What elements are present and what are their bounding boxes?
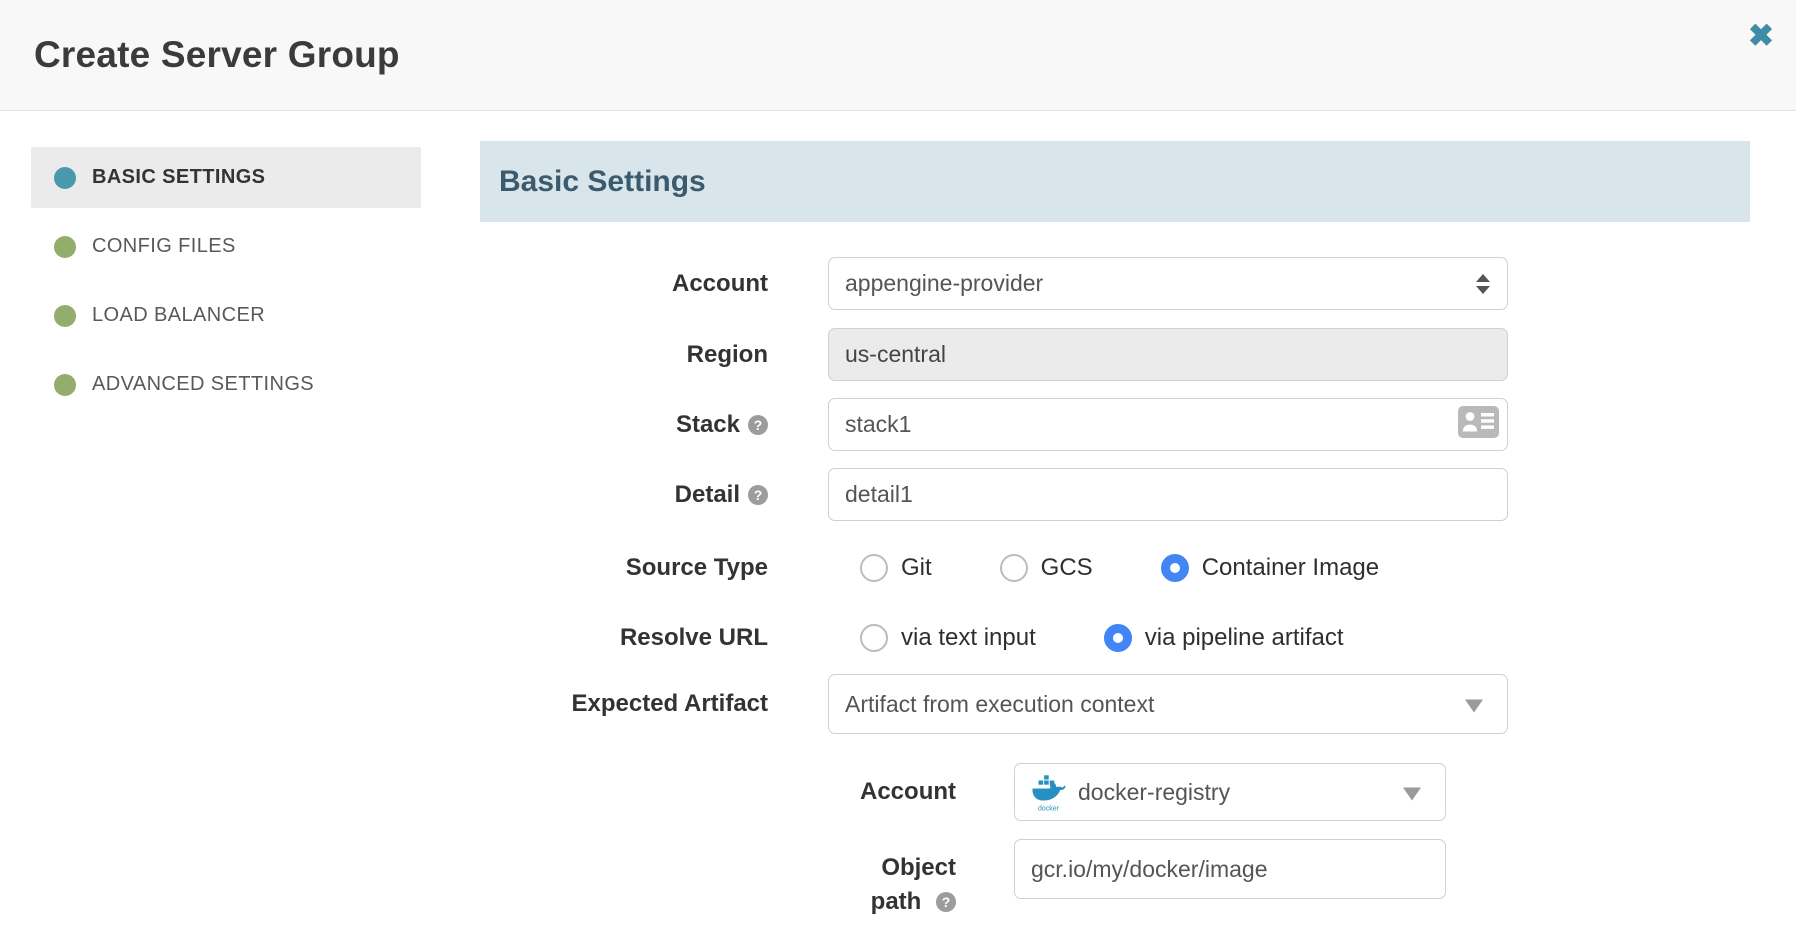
- radio-selected-icon[interactable]: [1161, 554, 1189, 582]
- radio-unselected-icon[interactable]: [1000, 554, 1028, 582]
- help-icon[interactable]: ?: [748, 415, 768, 435]
- section-header: Basic Settings: [480, 141, 1750, 222]
- source-type-option-container-image[interactable]: Container Image: [1161, 554, 1379, 582]
- stack-field-wrap: [828, 398, 1508, 451]
- step-complete-dot-icon: [54, 305, 76, 327]
- close-icon: ✖: [1748, 18, 1774, 53]
- detail-label: Detail?: [480, 478, 768, 512]
- wizard-item-label: BASIC SETTINGS: [92, 166, 265, 189]
- account-label: Account: [480, 267, 768, 301]
- step-active-dot-icon: [54, 167, 76, 189]
- select-arrows-icon: [1476, 274, 1490, 294]
- expected-artifact-value: Artifact from execution context: [845, 691, 1154, 718]
- source-type-option-gcs[interactable]: GCS: [1000, 554, 1093, 582]
- source-type-option-git[interactable]: Git: [860, 554, 932, 582]
- resolve-url-label: Resolve URL: [480, 621, 768, 655]
- chevron-down-icon: [1403, 787, 1421, 800]
- object-path-row: Object path ?: [480, 839, 1750, 919]
- help-icon[interactable]: ?: [748, 485, 768, 505]
- wizard-item-load-balancer[interactable]: LOAD BALANCER: [31, 285, 421, 346]
- radio-selected-icon[interactable]: [1104, 624, 1132, 652]
- expected-artifact-dropdown[interactable]: Artifact from execution context: [828, 674, 1508, 734]
- region-input: [828, 328, 1508, 381]
- docker-logo-icon: docker: [1031, 772, 1066, 812]
- modal-body: BASIC SETTINGS CONFIG FILES LOAD BALANCE…: [0, 111, 1796, 919]
- wizard-item-config-files[interactable]: CONFIG FILES: [31, 216, 421, 277]
- step-complete-dot-icon: [54, 236, 76, 258]
- object-path-label: Object path ?: [480, 839, 956, 919]
- stack-input[interactable]: [829, 399, 1507, 450]
- account-select-value: appengine-provider: [845, 270, 1043, 297]
- section-title: Basic Settings: [499, 165, 706, 199]
- wizard-nav: BASIC SETTINGS CONFIG FILES LOAD BALANCE…: [31, 147, 421, 919]
- radio-unselected-icon[interactable]: [860, 624, 888, 652]
- resolve-url-radio-group: via text input via pipeline artifact: [860, 624, 1344, 652]
- expected-artifact-label: Expected Artifact: [480, 687, 768, 721]
- chevron-down-icon: [1465, 699, 1483, 712]
- stack-label: Stack?: [480, 408, 768, 442]
- modal-header: Create Server Group ✖: [0, 0, 1796, 111]
- resolve-url-option-pipeline-artifact[interactable]: via pipeline artifact: [1104, 624, 1344, 652]
- docker-account-row: Account docker: [480, 763, 1750, 821]
- region-label: Region: [480, 338, 768, 372]
- stack-row: Stack?: [480, 398, 1750, 451]
- basic-settings-panel: Basic Settings Account appengine-provide…: [480, 111, 1750, 919]
- docker-account-dropdown[interactable]: docker docker-registry: [1014, 763, 1446, 821]
- resolve-url-option-text-input[interactable]: via text input: [860, 624, 1036, 652]
- wizard-item-label: ADVANCED SETTINGS: [92, 373, 314, 396]
- contact-card-icon[interactable]: [1458, 406, 1499, 444]
- expected-artifact-row: Expected Artifact Artifact from executio…: [480, 674, 1750, 734]
- wizard-item-advanced-settings[interactable]: ADVANCED SETTINGS: [31, 354, 421, 415]
- region-row: Region: [480, 328, 1750, 381]
- wizard-item-basic-settings[interactable]: BASIC SETTINGS: [31, 147, 421, 208]
- detail-input[interactable]: [828, 468, 1508, 521]
- help-icon[interactable]: ?: [936, 892, 956, 912]
- detail-row: Detail?: [480, 468, 1750, 521]
- account-row: Account appengine-provider: [480, 257, 1750, 310]
- radio-unselected-icon[interactable]: [860, 554, 888, 582]
- source-type-radio-group: Git GCS Container Image: [860, 554, 1379, 582]
- source-type-row: Source Type Git GCS Container: [480, 547, 1750, 589]
- account-select[interactable]: appengine-provider: [828, 257, 1508, 310]
- create-server-group-modal: Create Server Group ✖ BASIC SETTINGS CON…: [0, 0, 1796, 919]
- docker-account-label: Account: [480, 775, 956, 809]
- close-button[interactable]: ✖: [1748, 20, 1774, 51]
- svg-text:docker: docker: [1038, 806, 1060, 813]
- source-type-label: Source Type: [480, 551, 768, 585]
- wizard-item-label: LOAD BALANCER: [92, 304, 265, 327]
- modal-title: Create Server Group: [34, 34, 400, 76]
- wizard-item-label: CONFIG FILES: [92, 235, 236, 258]
- docker-account-value: docker-registry: [1078, 779, 1230, 806]
- resolve-url-row: Resolve URL via text input via pipeline …: [480, 617, 1750, 659]
- step-complete-dot-icon: [54, 374, 76, 396]
- object-path-input[interactable]: [1014, 839, 1446, 899]
